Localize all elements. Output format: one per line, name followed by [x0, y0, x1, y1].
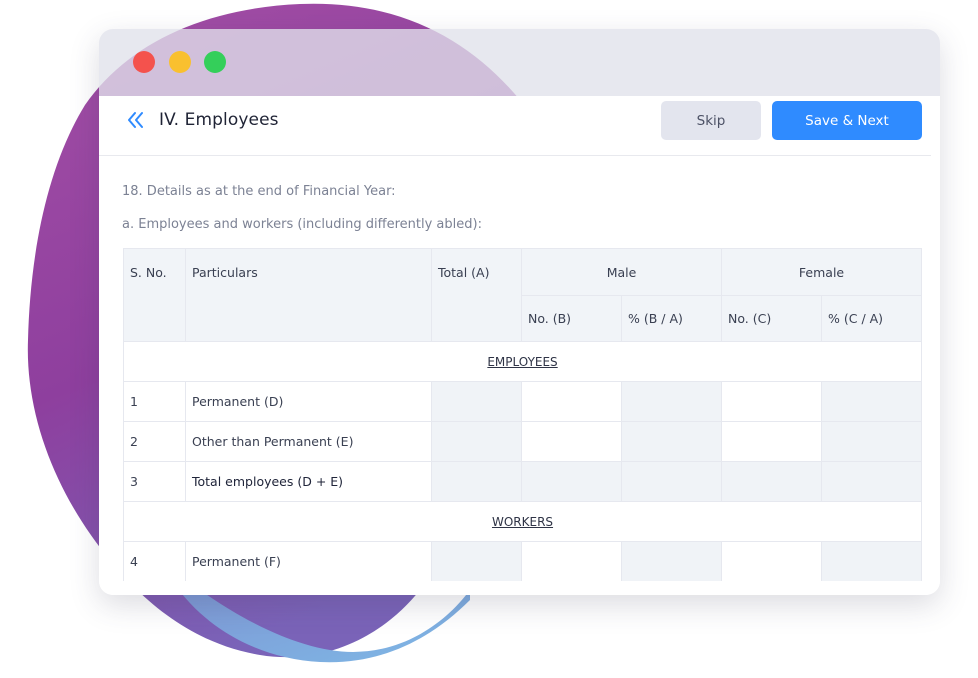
- close-icon[interactable]: [133, 51, 155, 73]
- app-window: IV. Employees Skip Save & Next 18. Detai…: [99, 29, 940, 595]
- question-label: 18. Details as at the end of Financial Y…: [122, 184, 396, 199]
- header-female-pct: % (C / A): [821, 295, 922, 342]
- male-pct-cell: [620, 421, 723, 462]
- minimize-icon[interactable]: [169, 51, 191, 73]
- female-no-input[interactable]: [721, 381, 823, 422]
- table-row: 3 Total employees (D + E): [123, 461, 922, 502]
- header-female: Female: [721, 248, 922, 296]
- male-no-input[interactable]: [521, 381, 622, 422]
- employees-table: S. No. Particulars Total (A) Male Female…: [123, 248, 922, 581]
- form-content: IV. Employees Skip Save & Next 18. Detai…: [99, 96, 940, 595]
- header-particulars: Particulars: [185, 248, 432, 342]
- total-cell: [431, 421, 522, 462]
- total-cell: [431, 541, 522, 581]
- maximize-icon[interactable]: [204, 51, 226, 73]
- header-male-no: No. (B): [521, 295, 622, 342]
- section-row-employees: EMPLOYEES: [123, 341, 922, 382]
- total-cell: [431, 461, 522, 502]
- male-pct-cell: [620, 461, 723, 502]
- window-titlebar: [99, 29, 940, 96]
- header-male: Male: [520, 248, 723, 296]
- male-pct-cell: [620, 381, 723, 422]
- header-male-pct: % (B / A): [620, 295, 723, 342]
- double-chevron-left-icon[interactable]: [125, 110, 145, 130]
- header-female-no: No. (C): [721, 295, 823, 342]
- total-cell: [431, 381, 522, 422]
- subquestion-label: a. Employees and workers (including diff…: [122, 217, 482, 232]
- section-title: WORKERS: [123, 501, 922, 542]
- row-label: Permanent (D): [185, 381, 432, 422]
- section-row-workers: WORKERS: [123, 501, 922, 542]
- row-sno: 1: [123, 381, 186, 422]
- row-label: Permanent (F): [185, 541, 432, 581]
- female-pct-cell: [821, 541, 922, 581]
- row-sno: 3: [123, 461, 186, 502]
- header-total: Total (A): [431, 248, 522, 342]
- table-row: 4 Permanent (F): [123, 541, 922, 581]
- table-row: 2 Other than Permanent (E): [123, 421, 922, 462]
- male-no-cell: [521, 461, 622, 502]
- female-no-cell: [721, 461, 823, 502]
- female-no-input[interactable]: [721, 541, 823, 581]
- male-pct-cell: [620, 541, 723, 581]
- female-pct-cell: [821, 461, 922, 502]
- row-label: Other than Permanent (E): [185, 421, 432, 462]
- female-pct-cell: [821, 381, 922, 422]
- page-title: IV. Employees: [159, 110, 279, 130]
- male-no-input[interactable]: [521, 541, 622, 581]
- page-header: IV. Employees Skip Save & Next: [99, 96, 931, 156]
- header-sno: S. No.: [123, 248, 186, 342]
- row-sno: 2: [123, 421, 186, 462]
- row-label: Total employees (D + E): [185, 461, 432, 502]
- male-no-input[interactable]: [521, 421, 622, 462]
- employees-table-container[interactable]: S. No. Particulars Total (A) Male Female…: [123, 248, 922, 581]
- row-sno: 4: [123, 541, 186, 581]
- female-no-input[interactable]: [721, 421, 823, 462]
- female-pct-cell: [821, 421, 922, 462]
- section-title: EMPLOYEES: [123, 341, 922, 382]
- skip-button[interactable]: Skip: [661, 101, 761, 140]
- table-row: 1 Permanent (D): [123, 381, 922, 422]
- save-next-button[interactable]: Save & Next: [772, 101, 922, 140]
